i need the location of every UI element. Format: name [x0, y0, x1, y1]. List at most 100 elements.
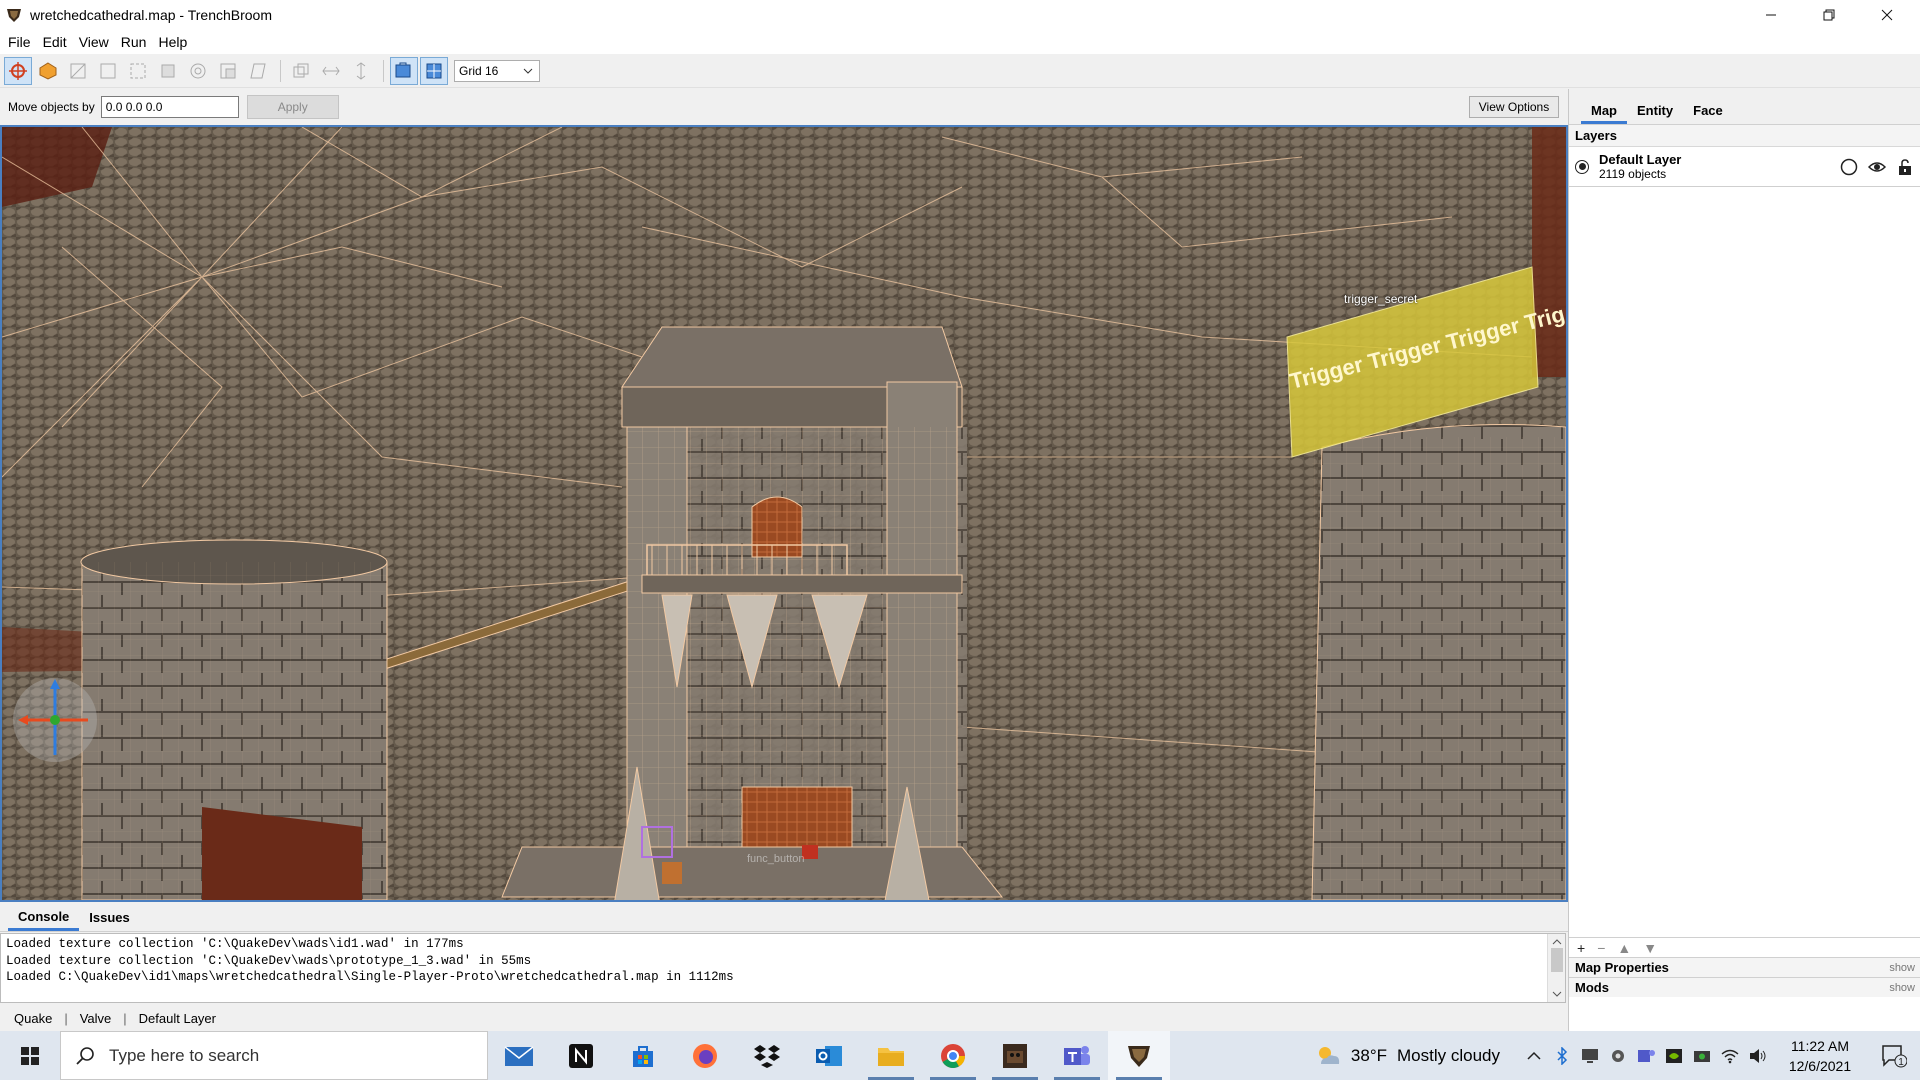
menu-edit[interactable]: Edit: [37, 30, 73, 54]
flip-horizontal-button[interactable]: [317, 57, 345, 85]
layer-active-radio[interactable]: [1575, 159, 1589, 174]
texture-lock-button[interactable]: [390, 56, 418, 85]
shear-tool-button[interactable]: [244, 57, 272, 85]
flip-horizontal-icon: [322, 66, 340, 75]
device-tray[interactable]: [1576, 1031, 1604, 1080]
status-layer: Default Layer: [138, 1011, 216, 1026]
chrome-icon: [941, 1043, 965, 1068]
view-options-button[interactable]: View Options: [1469, 96, 1559, 118]
mail-app[interactable]: [488, 1031, 550, 1080]
vertex-tool-icon: [100, 63, 116, 78]
trenchbroom-icon: [1128, 1045, 1150, 1067]
dropbox-app[interactable]: [736, 1031, 798, 1080]
clip-tool-button[interactable]: [64, 57, 92, 85]
axis-gizmo-icon: [13, 678, 97, 762]
apply-button[interactable]: Apply: [246, 95, 339, 119]
texture-lock-icon: [395, 62, 411, 77]
firefox-app[interactable]: [674, 1031, 736, 1080]
teams-tray[interactable]: [1632, 1031, 1660, 1080]
tab-issues[interactable]: Issues: [79, 905, 139, 931]
close-button[interactable]: [1858, 0, 1916, 30]
func-button-label: func_button: [747, 853, 805, 865]
uv-lock-icon: [426, 63, 442, 78]
vertex-tool-button[interactable]: [94, 57, 122, 85]
notion-app[interactable]: [550, 1031, 612, 1080]
volume-tray[interactable]: [1744, 1031, 1772, 1080]
trenchbroom-app[interactable]: [1108, 1031, 1170, 1080]
quake-icon: [1003, 1043, 1027, 1068]
move-tool-icon: [9, 61, 27, 80]
move-objects-label: Move objects by: [8, 100, 95, 114]
partly-cloudy-icon: [1318, 1046, 1340, 1064]
tab-console[interactable]: Console: [8, 905, 80, 931]
weather-widget[interactable]: 38°F Mostly cloudy: [1315, 1044, 1500, 1068]
console-line: Loaded C:\QuakeDev\id1\maps\wretchedcath…: [6, 970, 734, 984]
menu-view[interactable]: View: [73, 30, 115, 54]
remove-layer-button[interactable]: −: [1597, 940, 1605, 956]
duplicate-icon: [293, 63, 309, 77]
menu-file[interactable]: File: [2, 30, 37, 54]
minimize-button[interactable]: [1742, 0, 1800, 30]
map-viewport-3d[interactable]: Trigger Trigger Trigger Trig func_button: [0, 125, 1568, 902]
layer-omit-icon[interactable]: [1840, 158, 1858, 176]
nvidia-tray[interactable]: [1660, 1031, 1688, 1080]
menu-run[interactable]: Run: [115, 30, 153, 54]
eye-icon[interactable]: [1868, 158, 1886, 176]
status-format: Valve: [79, 1011, 112, 1026]
duplicate-button[interactable]: [287, 57, 315, 85]
teams-app[interactable]: [1046, 1031, 1108, 1080]
grid-size-select[interactable]: Grid 16: [454, 59, 540, 82]
start-button[interactable]: [0, 1031, 60, 1080]
mods-show[interactable]: show: [1889, 982, 1915, 994]
layer-name: Default Layer: [1599, 152, 1682, 167]
add-layer-button[interactable]: +: [1577, 940, 1585, 956]
network-tray[interactable]: [1716, 1031, 1744, 1080]
teams-icon: [1064, 1045, 1090, 1065]
quake-app[interactable]: [984, 1031, 1046, 1080]
volume-icon: [1750, 1048, 1766, 1063]
move-tool-button[interactable]: [4, 56, 32, 85]
scale-tool-icon: [220, 63, 236, 78]
clock[interactable]: 11:22 AM 12/6/2021: [1772, 1036, 1868, 1076]
close-icon: [1881, 9, 1893, 21]
move-layer-up-button[interactable]: ▲: [1617, 940, 1631, 956]
move-objects-input[interactable]: [100, 96, 239, 118]
bluetooth-icon: [1557, 1046, 1568, 1065]
clock-date: 12/6/2021: [1788, 1057, 1852, 1074]
layer-row-default[interactable]: Default Layer 2119 objects: [1569, 147, 1920, 187]
face-tool-button[interactable]: [154, 57, 182, 85]
notifications-button[interactable]: 1: [1868, 1044, 1920, 1068]
mods-row[interactable]: Mods show: [1569, 977, 1920, 997]
nvidia-icon: [1666, 1048, 1682, 1063]
chrome-app[interactable]: [922, 1031, 984, 1080]
move-layer-down-button[interactable]: ▼: [1643, 940, 1657, 956]
file-explorer-app[interactable]: [860, 1031, 922, 1080]
tab-entity[interactable]: Entity: [1627, 103, 1683, 124]
rotate-tool-button[interactable]: [184, 57, 212, 85]
taskbar-search[interactable]: Type here to search: [60, 1031, 488, 1080]
scale-tool-button[interactable]: [214, 57, 242, 85]
wifi-icon: [1721, 1049, 1739, 1063]
menu-help[interactable]: Help: [152, 30, 193, 54]
notification-icon: 1: [1882, 1044, 1907, 1068]
webcam-tray[interactable]: [1604, 1031, 1632, 1080]
tab-face[interactable]: Face: [1683, 103, 1733, 124]
security-tray[interactable]: [1688, 1031, 1716, 1080]
show-hidden-icons-button[interactable]: [1520, 1031, 1548, 1080]
status-game: Quake: [14, 1011, 53, 1026]
outlook-app[interactable]: [798, 1031, 860, 1080]
unlock-icon[interactable]: [1896, 158, 1914, 176]
console-scrollbar[interactable]: [1547, 934, 1565, 1002]
tab-map[interactable]: Map: [1581, 103, 1627, 124]
restore-button[interactable]: [1800, 0, 1858, 30]
bluetooth-tray[interactable]: [1548, 1031, 1576, 1080]
brush-tool-button[interactable]: [34, 57, 62, 85]
store-app[interactable]: [612, 1031, 674, 1080]
edge-tool-button[interactable]: [124, 57, 152, 85]
map-properties-row[interactable]: Map Properties show: [1569, 957, 1920, 977]
uv-lock-button[interactable]: [420, 56, 448, 85]
map-properties-show[interactable]: show: [1889, 962, 1915, 974]
flip-vertical-button[interactable]: [347, 57, 375, 85]
console-output[interactable]: Loaded texture collection 'C:\QuakeDev\w…: [0, 933, 1566, 1003]
rotate-tool-icon: [190, 63, 206, 78]
